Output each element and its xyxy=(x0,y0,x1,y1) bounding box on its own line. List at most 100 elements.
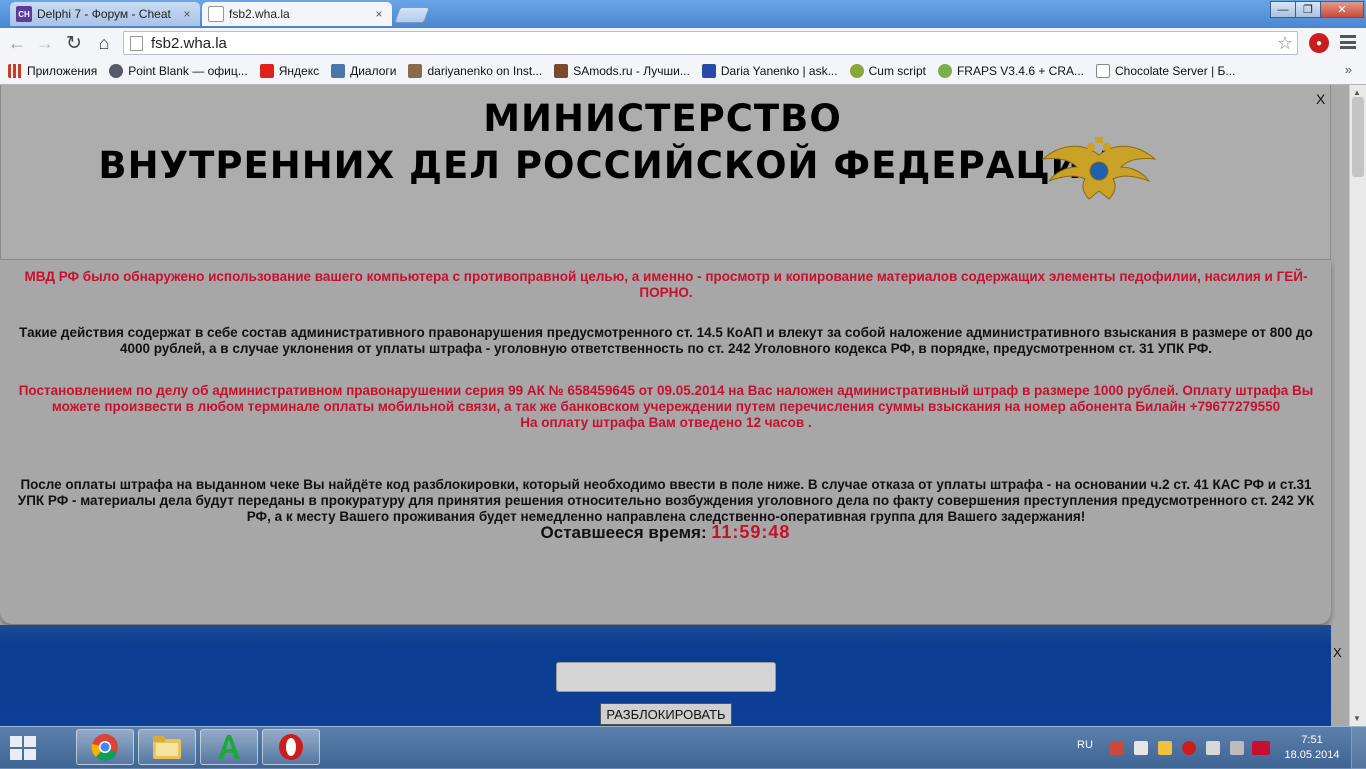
scrollbar-thumb[interactable] xyxy=(1352,97,1364,177)
new-tab-button[interactable] xyxy=(394,7,430,23)
bookmark-point-blank[interactable]: Point Blank — офиц... xyxy=(109,64,248,78)
maximize-button[interactable]: ❐ xyxy=(1295,1,1321,18)
bookmark-star-icon[interactable]: ☆ xyxy=(1273,33,1297,54)
file-explorer-icon[interactable] xyxy=(138,729,196,765)
opera-extension-icon[interactable]: ● xyxy=(1309,33,1329,53)
bookmark-label: Приложения xyxy=(27,64,98,78)
bookmark-cum-script[interactable]: Cum script xyxy=(849,64,926,78)
header-title-line1: МИНИСТЕРСТВО xyxy=(483,97,842,140)
page-icon xyxy=(1096,64,1111,78)
vertical-scrollbar[interactable]: ▲ ▼ xyxy=(1349,85,1366,726)
bookmark-label: Daria Yanenko | ask... xyxy=(720,64,838,78)
back-arrow-icon[interactable]: ← xyxy=(6,32,28,54)
windows-taskbar: RU 7:51 18.05.2014 xyxy=(0,726,1366,769)
bookmark-label: Point Blank — офиц... xyxy=(128,64,248,78)
bookmark-label: Cum script xyxy=(868,64,926,78)
bookmark-instagram[interactable]: dariyanenko on Inst... xyxy=(408,64,542,78)
letter-a-icon xyxy=(218,735,240,759)
address-bar[interactable]: fsb2.wha.la ☆ xyxy=(123,31,1298,55)
chrome-logo-icon xyxy=(91,734,118,761)
bookmark-label: Яндекс xyxy=(278,64,320,78)
bookmark-label: dariyanenko on Inst... xyxy=(427,64,543,78)
start-button-icon[interactable] xyxy=(8,735,38,761)
ask-fm-icon xyxy=(701,64,716,78)
bookmark-apps[interactable]: Приложения xyxy=(8,64,97,78)
menu-icon[interactable] xyxy=(1340,35,1356,49)
bookmark-label: FRAPS V3.4.6 + CRA... xyxy=(956,64,1085,78)
yandex-icon xyxy=(259,64,274,78)
tab-title: Delphi 7 - Форум - Cheat xyxy=(37,7,171,21)
unlock-panel: РАЗБЛОКИРОВАТЬ xyxy=(0,625,1331,726)
violation-notice: МВД РФ было обнаружено использование ваш… xyxy=(24,269,1308,300)
ministry-header: МИНИСТЕРСТВО ВНУТРЕННИХ ДЕЛ РОССИЙСКОЙ Ф… xyxy=(0,85,1331,260)
countdown-timer: Оставшееся время: 11:59:48 xyxy=(0,522,1331,543)
opera-logo-icon xyxy=(279,734,303,760)
more-bookmarks-icon[interactable]: » xyxy=(1345,62,1352,77)
unlock-instructions: После оплаты штрафа на выданном чеке Вы … xyxy=(17,477,1315,524)
vk-icon xyxy=(331,64,346,78)
bookmark-label: Chocolate Server | Б... xyxy=(1115,64,1236,78)
bookmark-chocolate-server[interactable]: Chocolate Server | Б... xyxy=(1096,64,1235,78)
script-icon xyxy=(849,64,864,78)
double-headed-eagle-emblem-icon xyxy=(1041,137,1157,200)
bookmark-yandex[interactable]: Яндекс xyxy=(259,64,320,78)
minimize-button[interactable]: — xyxy=(1270,1,1296,18)
fine-instructions: Постановлением по делу об административн… xyxy=(10,383,1322,431)
users-tray-icon[interactable] xyxy=(1158,741,1172,755)
clock-time: 7:51 xyxy=(1301,734,1323,746)
fine-details: Постановлением по делу об административн… xyxy=(18,383,1314,414)
bookmark-samods[interactable]: SAmods.ru - Лучши... xyxy=(554,64,690,78)
chrome-icon[interactable] xyxy=(76,729,134,765)
tab-delphi-forum[interactable]: CH Delphi 7 - Форум - Cheat × xyxy=(10,2,200,26)
cheat-site-favicon-icon: CH xyxy=(16,6,32,22)
notice-panel: МВД РФ было обнаружено использование ваш… xyxy=(0,260,1331,624)
bookmark-fraps[interactable]: FRAPS V3.4.6 + CRA... xyxy=(937,64,1085,78)
browser-toolbar: ← → ↻ ⌂ fsb2.wha.la ☆ ● xyxy=(0,28,1366,58)
system-clock[interactable]: 7:51 18.05.2014 xyxy=(1282,733,1342,763)
ati-tray-icon[interactable] xyxy=(1252,741,1270,755)
blank-page-favicon-icon xyxy=(208,6,224,22)
reload-icon[interactable]: ↻ xyxy=(63,32,85,54)
browser-titlebar: CH Delphi 7 - Форум - Cheat × fsb2.wha.l… xyxy=(0,0,1366,28)
panel-close-button[interactable]: X xyxy=(1333,645,1342,660)
display-tray-icon[interactable] xyxy=(1230,741,1244,755)
volume-tray-icon[interactable] xyxy=(1206,741,1220,755)
penalty-description: Такие действия содержат в себе состав ад… xyxy=(19,325,1313,356)
fraps-icon xyxy=(937,64,952,78)
page-viewport: МИНИСТЕРСТВО ВНУТРЕННИХ ДЕЛ РОССИЙСКОЙ Ф… xyxy=(0,85,1349,726)
scroll-up-arrow-icon[interactable]: ▲ xyxy=(1353,88,1361,97)
bookmark-vk-dialogs[interactable]: Диалоги xyxy=(331,64,396,78)
green-a-app-icon[interactable] xyxy=(200,729,258,765)
url-text[interactable]: fsb2.wha.la xyxy=(151,35,1273,52)
folder-icon xyxy=(153,736,181,759)
opera-tray-icon[interactable] xyxy=(1182,741,1196,755)
bookmarks-bar: Приложения Point Blank — офиц... Яндекс … xyxy=(0,58,1366,85)
samods-icon xyxy=(554,64,569,78)
close-overlay-button[interactable]: X xyxy=(1316,91,1325,107)
close-window-button[interactable]: ✕ xyxy=(1320,1,1364,18)
bookmark-label: SAmods.ru - Лучши... xyxy=(573,64,690,78)
network-tray-icon[interactable] xyxy=(1110,741,1124,755)
point-blank-icon xyxy=(109,64,124,78)
timer-label: Оставшееся время: xyxy=(540,523,707,542)
instagram-icon xyxy=(408,64,423,78)
home-icon[interactable]: ⌂ xyxy=(93,32,115,54)
unlock-button[interactable]: РАЗБЛОКИРОВАТЬ xyxy=(600,703,732,725)
show-desktop-button[interactable] xyxy=(1351,727,1366,769)
bookmark-label: Диалоги xyxy=(350,64,397,78)
language-indicator[interactable]: RU xyxy=(1077,739,1093,751)
tab-close-icon[interactable]: × xyxy=(180,7,194,21)
apps-grid-icon xyxy=(8,64,22,78)
tab-fsb2[interactable]: fsb2.wha.la × xyxy=(202,2,392,26)
unlock-code-input[interactable] xyxy=(556,662,776,692)
clock-date: 18.05.2014 xyxy=(1284,749,1340,761)
clipboard-tray-icon[interactable] xyxy=(1134,741,1148,755)
bookmark-ask-fm[interactable]: Daria Yanenko | ask... xyxy=(701,64,838,78)
scroll-down-arrow-icon[interactable]: ▼ xyxy=(1353,714,1361,723)
timer-value: 11:59:48 xyxy=(711,522,791,542)
opera-icon[interactable] xyxy=(262,729,320,765)
forward-arrow-icon[interactable]: → xyxy=(34,32,56,54)
payment-deadline: На оплату штрафа Вам отведено 12 часов . xyxy=(520,415,812,430)
tab-close-icon[interactable]: × xyxy=(372,7,386,21)
page-icon xyxy=(130,35,143,51)
